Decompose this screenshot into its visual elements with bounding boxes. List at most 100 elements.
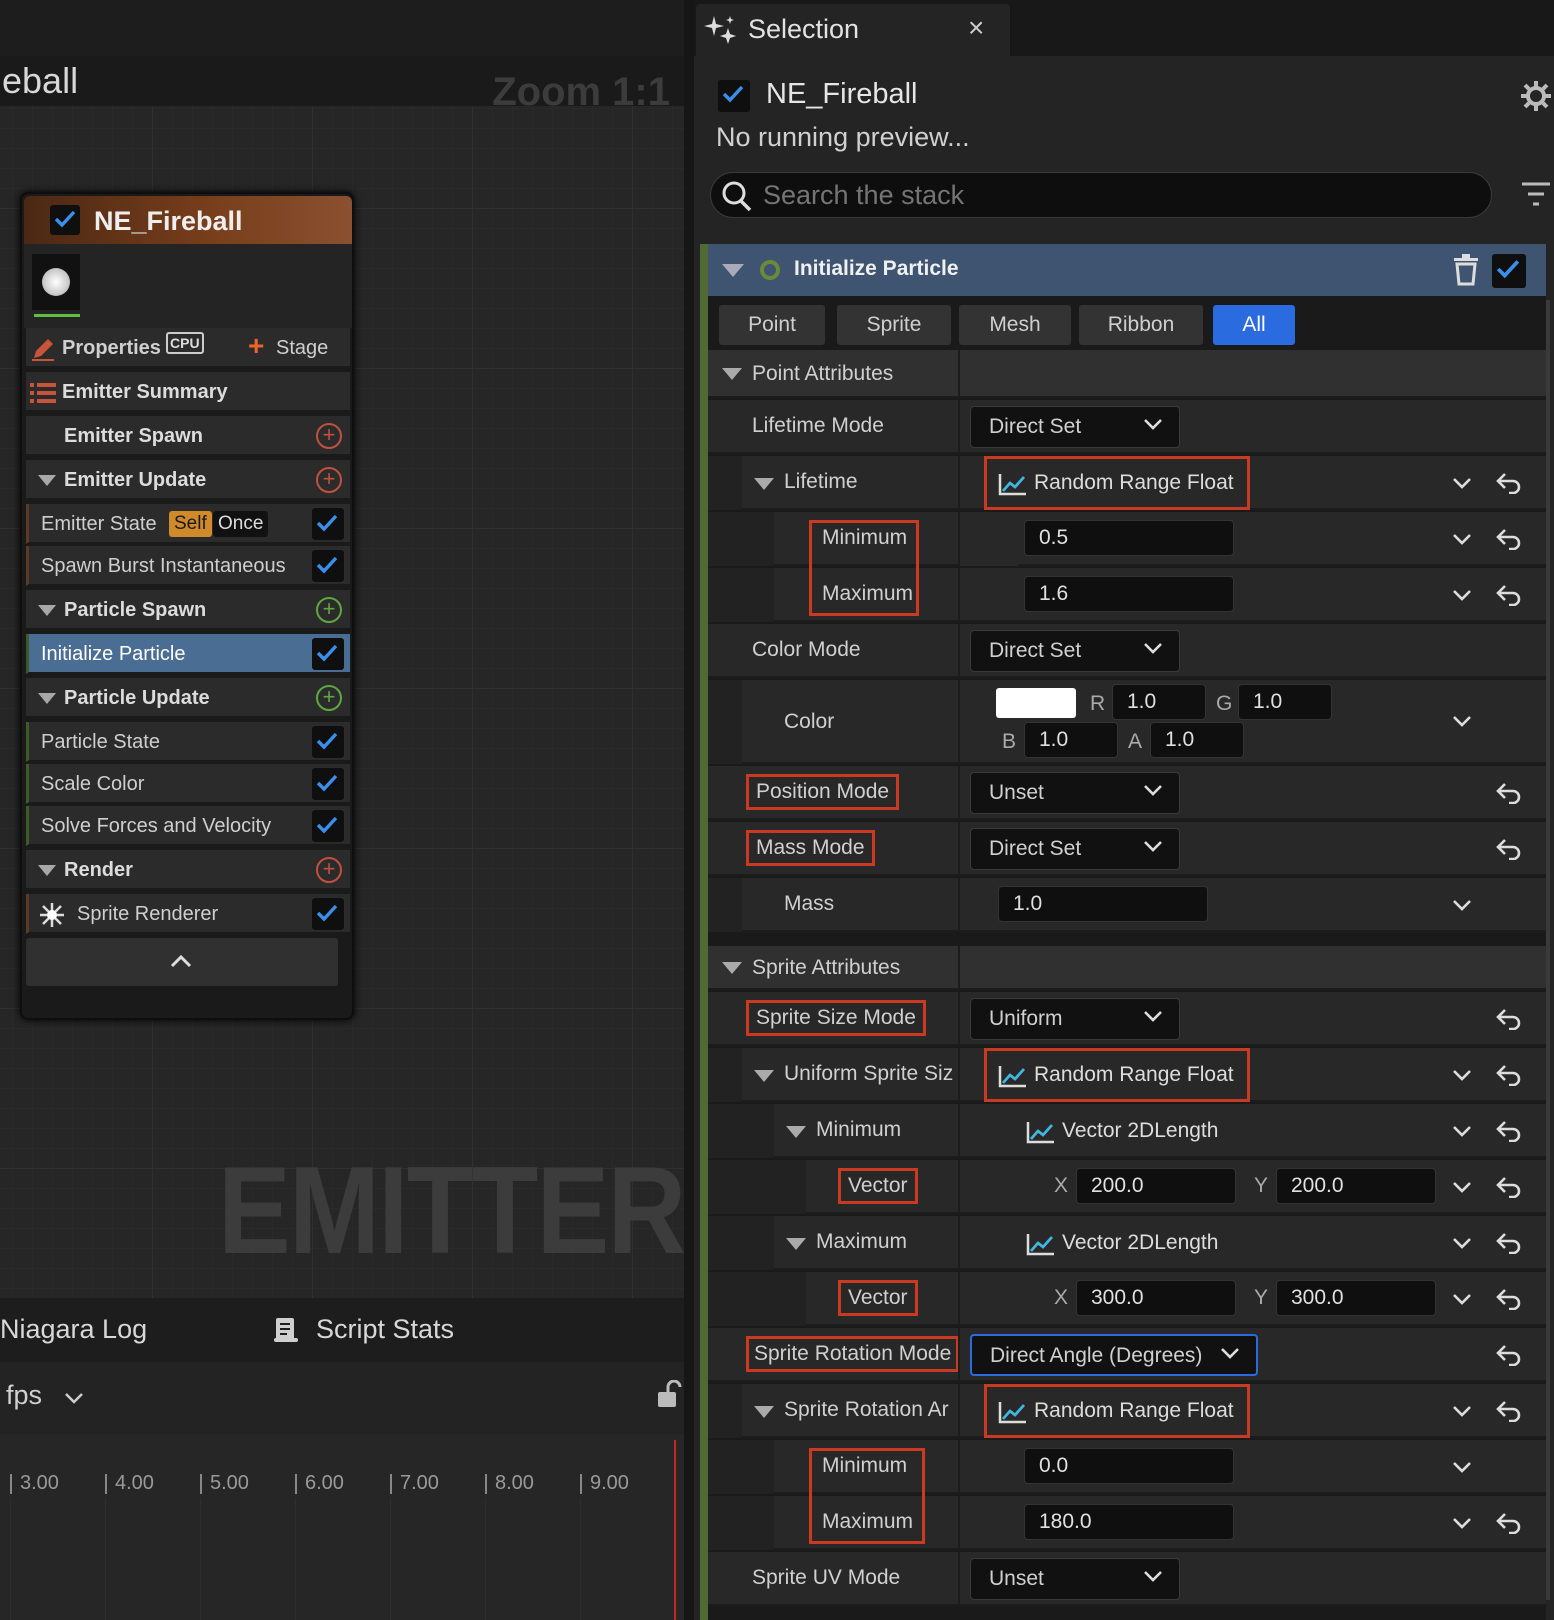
chevron-down-icon[interactable]: [1452, 532, 1472, 546]
mass-input[interactable]: 1.0: [998, 886, 1208, 922]
size-min-x-input[interactable]: 200.0: [1076, 1168, 1236, 1204]
module-enabled-checkbox[interactable]: [312, 898, 344, 930]
chevron-down-icon[interactable]: [1452, 1068, 1472, 1082]
search-input[interactable]: [763, 175, 1463, 215]
trash-icon[interactable]: [1452, 254, 1480, 286]
chevron-down-icon[interactable]: [1452, 1180, 1472, 1194]
color-mode-dropdown[interactable]: Direct Set: [970, 630, 1180, 672]
reset-arrow-icon[interactable]: [1496, 1288, 1522, 1310]
render-row[interactable]: Render +: [26, 850, 350, 890]
reset-arrow-icon[interactable]: [1496, 1400, 1522, 1422]
sprite-renderer-row[interactable]: Sprite Renderer: [26, 894, 350, 934]
add-module-icon[interactable]: +: [316, 467, 342, 493]
collapse-triangle-icon[interactable]: [38, 475, 56, 486]
emitter-update-row[interactable]: Emitter Update +: [26, 460, 350, 500]
reset-arrow-icon[interactable]: [1496, 1008, 1522, 1030]
rotation-max-input[interactable]: 180.0: [1024, 1504, 1234, 1540]
collapse-node-button[interactable]: [26, 938, 338, 986]
collapse-triangle-icon[interactable]: [754, 1406, 774, 1418]
size-max-x-input[interactable]: 300.0: [1076, 1280, 1236, 1316]
filter-tab-all[interactable]: All: [1212, 304, 1296, 346]
chevron-down-icon[interactable]: [1452, 588, 1472, 602]
node-header[interactable]: NE_Fireball: [24, 196, 352, 244]
chevron-down-icon[interactable]: [1452, 1516, 1472, 1530]
module-enabled-checkbox[interactable]: [312, 726, 344, 758]
particle-update-row[interactable]: Particle Update +: [26, 678, 350, 718]
collapse-triangle-icon[interactable]: [38, 605, 56, 616]
reset-arrow-icon[interactable]: [1496, 1344, 1522, 1366]
filter-tab-ribbon[interactable]: Ribbon: [1078, 304, 1204, 346]
playhead[interactable]: [674, 1440, 676, 1620]
vector-2d-length-selector[interactable]: Vector 2DLength: [1018, 1222, 1228, 1264]
lifetime-mode-dropdown[interactable]: Direct Set: [970, 406, 1180, 448]
reset-arrow-icon[interactable]: [1496, 1176, 1522, 1198]
collapse-triangle-icon[interactable]: [722, 264, 744, 277]
color-b-input[interactable]: 1.0: [1024, 722, 1118, 758]
chevron-down-icon[interactable]: [1452, 1292, 1472, 1306]
particle-state-row[interactable]: Particle State: [26, 722, 350, 762]
script-stats-tab[interactable]: Script Stats: [316, 1314, 454, 1345]
collapse-triangle-icon[interactable]: [722, 368, 742, 380]
chevron-down-icon[interactable]: [1452, 898, 1472, 912]
scale-color-row[interactable]: Scale Color: [26, 764, 350, 804]
sprite-uv-mode-dropdown[interactable]: Unset: [970, 1558, 1180, 1600]
color-r-input[interactable]: 1.0: [1112, 684, 1206, 720]
chevron-down-icon[interactable]: [1452, 1236, 1472, 1250]
sprite-rotation-mode-dropdown[interactable]: Direct Angle (Degrees): [970, 1334, 1258, 1376]
stage-button[interactable]: Stage: [276, 337, 328, 360]
reset-arrow-icon[interactable]: [1496, 782, 1522, 804]
lifetime-max-input[interactable]: 1.6: [1024, 576, 1234, 612]
color-g-input[interactable]: 1.0: [1238, 684, 1332, 720]
timeline[interactable]: [0, 1434, 684, 1620]
add-renderer-icon[interactable]: +: [316, 857, 342, 883]
gear-icon[interactable]: [1520, 80, 1552, 112]
add-module-icon[interactable]: +: [316, 423, 342, 449]
collapse-triangle-icon[interactable]: [786, 1126, 806, 1138]
color-swatch[interactable]: [996, 688, 1076, 718]
chevron-down-icon[interactable]: [1452, 714, 1472, 728]
chevron-down-icon[interactable]: [1452, 1124, 1472, 1138]
reset-arrow-icon[interactable]: [1496, 1512, 1522, 1534]
module-enabled-checkbox[interactable]: [1492, 254, 1526, 288]
chevron-down-icon[interactable]: [1452, 1460, 1472, 1474]
add-stage-icon[interactable]: +: [248, 332, 264, 360]
color-a-input[interactable]: 1.0: [1150, 722, 1244, 758]
filter-tab-sprite[interactable]: Sprite: [836, 304, 952, 346]
emitter-state-row[interactable]: Emitter State Self Once: [26, 504, 350, 544]
lifetime-min-input[interactable]: 0.5: [1024, 520, 1234, 556]
collapse-triangle-icon[interactable]: [38, 865, 56, 876]
reset-arrow-icon[interactable]: [1496, 1232, 1522, 1254]
collapse-triangle-icon[interactable]: [754, 1070, 774, 1082]
chevron-down-icon[interactable]: [1452, 1404, 1472, 1418]
add-module-icon[interactable]: +: [316, 597, 342, 623]
emitter-summary-row[interactable]: Emitter Summary: [26, 372, 350, 412]
mass-mode-dropdown[interactable]: Direct Set: [970, 828, 1180, 870]
size-max-y-input[interactable]: 300.0: [1276, 1280, 1436, 1316]
properties-row[interactable]: Properties CPU + Stage: [26, 328, 350, 368]
point-attributes-section[interactable]: Point Attributes: [708, 350, 1546, 398]
collapse-triangle-icon[interactable]: [786, 1238, 806, 1250]
random-range-float-selector[interactable]: Random Range Float: [984, 456, 1250, 510]
selection-tab[interactable]: Selection ×: [696, 4, 1010, 56]
filter-tab-mesh[interactable]: Mesh: [958, 304, 1072, 346]
emitter-spawn-row[interactable]: Emitter Spawn +: [26, 416, 350, 456]
filter-icon[interactable]: [1520, 180, 1552, 210]
sprite-size-mode-dropdown[interactable]: Uniform: [970, 998, 1180, 1040]
particle-spawn-row[interactable]: Particle Spawn +: [26, 590, 350, 630]
reset-arrow-icon[interactable]: [1496, 584, 1522, 606]
chevron-down-icon[interactable]: [1452, 476, 1472, 490]
module-enabled-checkbox[interactable]: [312, 810, 344, 842]
initialize-particle-header[interactable]: Initialize Particle: [708, 244, 1546, 296]
reset-arrow-icon[interactable]: [1496, 472, 1522, 494]
collapse-triangle-icon[interactable]: [754, 478, 774, 490]
search-bar[interactable]: [710, 172, 1492, 218]
rotation-min-input[interactable]: 0.0: [1024, 1448, 1234, 1484]
unlock-icon[interactable]: [656, 1380, 682, 1410]
emitter-checkbox[interactable]: [718, 80, 750, 112]
spawn-burst-row[interactable]: Spawn Burst Instantaneous: [26, 546, 350, 586]
module-enabled-checkbox[interactable]: [312, 768, 344, 800]
collapse-triangle-icon[interactable]: [38, 693, 56, 704]
close-tab-icon[interactable]: ×: [968, 12, 984, 44]
size-min-y-input[interactable]: 200.0: [1276, 1168, 1436, 1204]
vector-2d-length-selector[interactable]: Vector 2DLength: [1018, 1110, 1228, 1152]
